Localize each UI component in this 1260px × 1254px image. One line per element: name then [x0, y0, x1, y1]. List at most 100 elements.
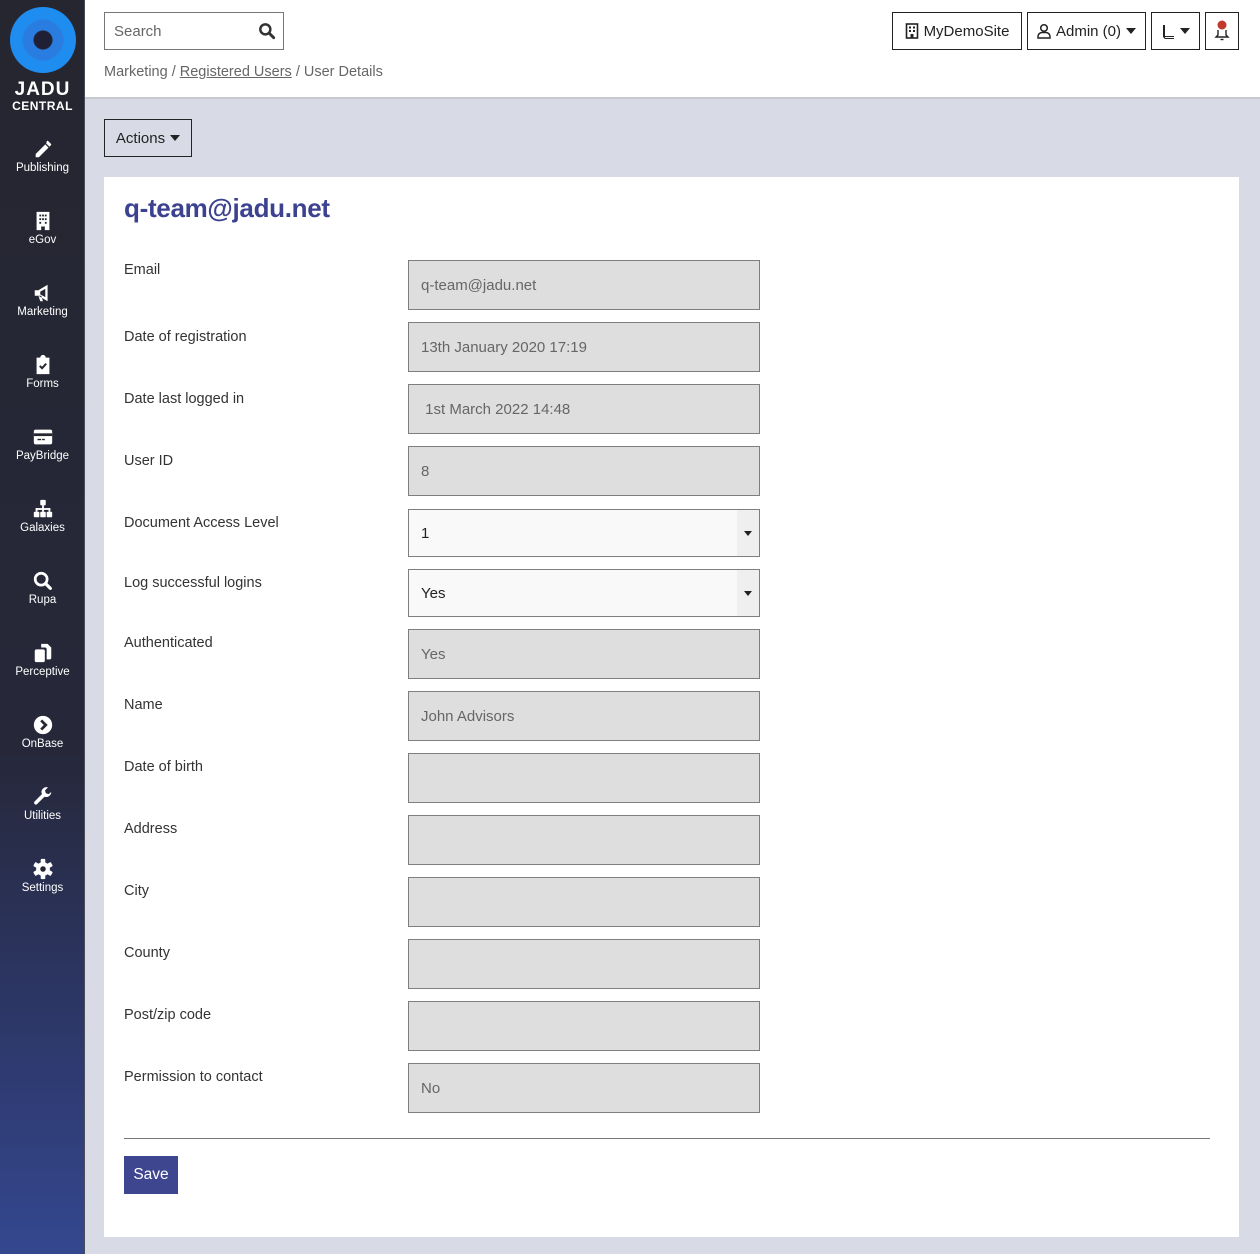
search-icon	[33, 571, 52, 590]
field-label: Date last logged in	[124, 391, 245, 407]
sidebar: JADU CENTRAL Publishing eGov Marketing F…	[0, 0, 85, 1254]
city-field[interactable]	[408, 877, 760, 927]
megaphone-icon	[34, 284, 48, 302]
permission-to-contact-field[interactable]: No	[408, 1063, 760, 1113]
sidebar-item-egov[interactable]: eGov	[0, 210, 85, 270]
field-label: Document Access Level	[124, 515, 279, 531]
wrench-icon	[33, 787, 51, 805]
page-title: q-team@jadu.net	[124, 193, 330, 223]
sidebar-item-label: PayBridge	[15, 450, 70, 462]
field-label: Email	[124, 262, 161, 278]
search-box	[104, 12, 284, 50]
building-icon	[905, 23, 918, 39]
form-divider	[124, 1138, 1210, 1139]
email-field[interactable]: q-team@jadu.net	[408, 260, 760, 310]
select-arrow[interactable]	[737, 510, 759, 556]
field-label: City	[124, 883, 149, 899]
sidebar-item-settings[interactable]: Settings	[0, 858, 85, 918]
notifications-button[interactable]	[1205, 12, 1239, 50]
bell-icon	[1214, 20, 1230, 41]
sidebar-item-label: Marketing	[17, 306, 68, 318]
date-of-registration-field[interactable]: 13th January 2020 17:19	[408, 322, 760, 372]
user-menu-label: Admin (0)	[1055, 22, 1122, 40]
chevron-down-icon	[744, 530, 752, 536]
search-input[interactable]	[105, 22, 253, 40]
jadu-logo-icon[interactable]	[10, 7, 76, 73]
sidebar-item-paybridge[interactable]: PayBridge	[0, 426, 85, 486]
book-icon	[1162, 24, 1174, 39]
breadcrumb-separator: /	[295, 64, 300, 80]
sidebar-item-forms[interactable]: Forms	[0, 354, 85, 414]
field-label: Date of birth	[124, 759, 203, 775]
site-button[interactable]: MyDemoSite	[892, 12, 1022, 50]
user-icon	[1037, 23, 1051, 39]
sidebar-item-publishing[interactable]: Publishing	[0, 138, 85, 198]
field-label: Log successful logins	[124, 575, 262, 591]
user-details-panel: q-team@jadu.net Email q-team@jadu.net Da…	[104, 177, 1239, 1237]
document-access-level-select[interactable]: 1	[408, 509, 760, 557]
sidebar-item-label: Galaxies	[20, 522, 65, 534]
sidebar-item-label: Publishing	[15, 162, 70, 174]
sidebar-item-marketing[interactable]: Marketing	[0, 282, 85, 342]
field-label: Date of registration	[124, 329, 247, 345]
field-label: Post/zip code	[124, 1007, 212, 1023]
sidebar-item-galaxies[interactable]: Galaxies	[0, 498, 85, 558]
sidebar-item-label: Utilities	[23, 810, 62, 822]
chevron-down-icon	[744, 590, 752, 596]
clipboard-check-icon	[36, 354, 49, 375]
address-field[interactable]	[408, 815, 760, 865]
gear-icon	[32, 858, 53, 880]
sitemap-icon	[33, 499, 52, 518]
logo-line-1: JADU	[14, 79, 71, 100]
breadcrumb-separator: /	[171, 64, 176, 80]
post-zip-code-field[interactable]	[408, 1001, 760, 1051]
date-last-logged-in-field[interactable]: 1st March 2022 14:48	[408, 384, 760, 434]
save-button[interactable]: Save	[124, 1156, 178, 1194]
user-id-field[interactable]: 8	[408, 446, 760, 496]
name-field[interactable]: John Advisors	[408, 691, 760, 741]
help-menu-button[interactable]	[1151, 12, 1200, 50]
chevron-down-icon	[170, 135, 181, 141]
sidebar-item-label: OnBase	[21, 738, 64, 750]
pencil-icon	[35, 140, 51, 158]
chevron-circle-right-icon	[33, 715, 52, 735]
select-value: Yes	[421, 584, 446, 602]
field-label: User ID	[124, 453, 174, 469]
site-button-label: MyDemoSite	[923, 22, 1010, 40]
building-icon	[36, 211, 49, 231]
sidebar-item-onbase[interactable]: OnBase	[0, 714, 85, 774]
field-label: Authenticated	[124, 635, 213, 651]
user-menu-button[interactable]: Admin (0)	[1027, 12, 1146, 50]
chevron-down-icon	[1126, 28, 1137, 34]
sidebar-item-label: eGov	[28, 234, 57, 246]
chevron-down-icon	[1179, 28, 1190, 34]
authenticated-field[interactable]: Yes	[408, 629, 760, 679]
credit-card-icon	[33, 429, 52, 445]
copy-icon	[34, 643, 51, 663]
top-header: Marketing / Registered Users / User Deta…	[85, 0, 1260, 99]
select-arrow[interactable]	[737, 570, 759, 616]
field-label: County	[124, 945, 170, 961]
county-field[interactable]	[408, 939, 760, 989]
logo-line-2: CENTRAL	[12, 99, 73, 113]
sidebar-item-utilities[interactable]: Utilities	[0, 786, 85, 846]
select-value: 1	[421, 524, 430, 542]
breadcrumb-user-details: User Details	[303, 64, 383, 80]
sidebar-item-label: Forms	[26, 378, 59, 390]
breadcrumb: Marketing / Registered Users / User Deta…	[104, 64, 383, 80]
actions-dropdown-button[interactable]: Actions	[104, 119, 192, 157]
breadcrumb-marketing: Marketing	[104, 64, 168, 80]
sidebar-item-rupa[interactable]: Rupa	[0, 570, 85, 630]
field-label: Name	[124, 697, 163, 713]
sidebar-item-label: Rupa	[28, 594, 57, 606]
search-icon[interactable]	[257, 21, 277, 41]
sidebar-item-perceptive[interactable]: Perceptive	[0, 642, 85, 702]
logo-text: JADU CENTRAL	[0, 80, 85, 112]
field-label: Permission to contact	[124, 1069, 263, 1085]
sidebar-item-label: Settings	[21, 882, 64, 894]
log-successful-logins-select[interactable]: Yes	[408, 569, 760, 617]
actions-label: Actions	[115, 129, 166, 147]
date-of-birth-field[interactable]	[408, 753, 760, 803]
breadcrumb-registered-users[interactable]: Registered Users	[180, 64, 292, 80]
sidebar-item-label: Perceptive	[15, 666, 70, 678]
